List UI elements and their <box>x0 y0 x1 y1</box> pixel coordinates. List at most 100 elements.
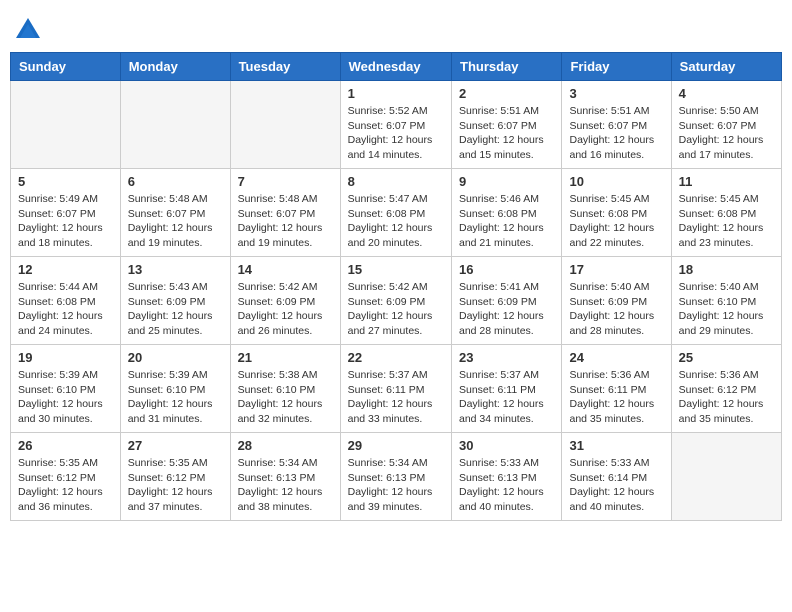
cell-content: Sunrise: 5:41 AM Sunset: 6:09 PM Dayligh… <box>459 280 554 339</box>
day-number: 30 <box>459 438 554 453</box>
day-number: 6 <box>128 174 223 189</box>
cell-content: Sunrise: 5:36 AM Sunset: 6:12 PM Dayligh… <box>679 368 774 427</box>
calendar-cell: 5Sunrise: 5:49 AM Sunset: 6:07 PM Daylig… <box>11 169 121 257</box>
calendar-cell: 25 Sunrise: 5:36 AM Sunset: 6:12 PM Dayli… <box>671 345 781 433</box>
day-number: 9 <box>459 174 554 189</box>
calendar-cell: 1 Sunrise: 5:52 AM Sunset: 6:07 PM Daylig… <box>340 81 451 169</box>
day-number: 25 <box>679 350 774 365</box>
cell-content: Sunrise: 5:48 AM Sunset: 6:07 PM Dayligh… <box>128 192 223 251</box>
day-number: 12 <box>18 262 113 277</box>
week-row-3: 12Sunrise: 5:44 AM Sunset: 6:08 PM Dayli… <box>11 257 782 345</box>
header-row: SundayMondayTuesdayWednesdayThursdayFrid… <box>11 53 782 81</box>
day-number: 2 <box>459 86 554 101</box>
calendar-cell: 6 Sunrise: 5:48 AM Sunset: 6:07 PM Daylig… <box>120 169 230 257</box>
cell-content: Sunrise: 5:33 AM Sunset: 6:14 PM Dayligh… <box>569 456 663 515</box>
calendar-cell: 13 Sunrise: 5:43 AM Sunset: 6:09 PM Dayli… <box>120 257 230 345</box>
calendar-cell: 10 Sunrise: 5:45 AM Sunset: 6:08 PM Dayli… <box>562 169 671 257</box>
calendar-cell: 31 Sunrise: 5:33 AM Sunset: 6:14 PM Dayli… <box>562 433 671 521</box>
cell-content: Sunrise: 5:43 AM Sunset: 6:09 PM Dayligh… <box>128 280 223 339</box>
cell-content: Sunrise: 5:38 AM Sunset: 6:10 PM Dayligh… <box>238 368 333 427</box>
calendar-cell: 21 Sunrise: 5:38 AM Sunset: 6:10 PM Dayli… <box>230 345 340 433</box>
cell-content: Sunrise: 5:34 AM Sunset: 6:13 PM Dayligh… <box>238 456 333 515</box>
day-number: 16 <box>459 262 554 277</box>
cell-content: Sunrise: 5:42 AM Sunset: 6:09 PM Dayligh… <box>238 280 333 339</box>
col-header-monday: Monday <box>120 53 230 81</box>
cell-content: Sunrise: 5:40 AM Sunset: 6:10 PM Dayligh… <box>679 280 774 339</box>
cell-content: Sunrise: 5:39 AM Sunset: 6:10 PM Dayligh… <box>128 368 223 427</box>
calendar-cell: 15 Sunrise: 5:42 AM Sunset: 6:09 PM Dayli… <box>340 257 451 345</box>
day-number: 18 <box>679 262 774 277</box>
cell-content: Sunrise: 5:51 AM Sunset: 6:07 PM Dayligh… <box>569 104 663 163</box>
cell-content: Sunrise: 5:36 AM Sunset: 6:11 PM Dayligh… <box>569 368 663 427</box>
week-row-2: 5Sunrise: 5:49 AM Sunset: 6:07 PM Daylig… <box>11 169 782 257</box>
day-number: 29 <box>348 438 444 453</box>
col-header-wednesday: Wednesday <box>340 53 451 81</box>
calendar-cell: 3 Sunrise: 5:51 AM Sunset: 6:07 PM Daylig… <box>562 81 671 169</box>
calendar-cell: 7Sunrise: 5:48 AM Sunset: 6:07 PM Daylig… <box>230 169 340 257</box>
day-number: 21 <box>238 350 333 365</box>
cell-content: Sunrise: 5:40 AM Sunset: 6:09 PM Dayligh… <box>569 280 663 339</box>
calendar-cell: 24Sunrise: 5:36 AM Sunset: 6:11 PM Dayli… <box>562 345 671 433</box>
calendar-cell <box>230 81 340 169</box>
cell-content: Sunrise: 5:50 AM Sunset: 6:07 PM Dayligh… <box>679 104 774 163</box>
calendar-cell: 4 Sunrise: 5:50 AM Sunset: 6:07 PM Daylig… <box>671 81 781 169</box>
cell-content: Sunrise: 5:47 AM Sunset: 6:08 PM Dayligh… <box>348 192 444 251</box>
cell-content: Sunrise: 5:45 AM Sunset: 6:08 PM Dayligh… <box>569 192 663 251</box>
week-row-4: 19Sunrise: 5:39 AM Sunset: 6:10 PM Dayli… <box>11 345 782 433</box>
logo <box>14 16 44 44</box>
calendar-cell: 11 Sunrise: 5:45 AM Sunset: 6:08 PM Dayli… <box>671 169 781 257</box>
calendar-cell: 16 Sunrise: 5:41 AM Sunset: 6:09 PM Dayli… <box>452 257 562 345</box>
calendar-cell: 22 Sunrise: 5:37 AM Sunset: 6:11 PM Dayli… <box>340 345 451 433</box>
cell-content: Sunrise: 5:45 AM Sunset: 6:08 PM Dayligh… <box>679 192 774 251</box>
col-header-thursday: Thursday <box>452 53 562 81</box>
cell-content: Sunrise: 5:42 AM Sunset: 6:09 PM Dayligh… <box>348 280 444 339</box>
day-number: 23 <box>459 350 554 365</box>
day-number: 7 <box>238 174 333 189</box>
page-header <box>10 10 782 44</box>
calendar-cell: 14 Sunrise: 5:42 AM Sunset: 6:09 PM Dayli… <box>230 257 340 345</box>
cell-content: Sunrise: 5:35 AM Sunset: 6:12 PM Dayligh… <box>18 456 113 515</box>
calendar-cell: 17Sunrise: 5:40 AM Sunset: 6:09 PM Dayli… <box>562 257 671 345</box>
day-number: 20 <box>128 350 223 365</box>
calendar-cell: 29 Sunrise: 5:34 AM Sunset: 6:13 PM Dayli… <box>340 433 451 521</box>
col-header-tuesday: Tuesday <box>230 53 340 81</box>
day-number: 11 <box>679 174 774 189</box>
cell-content: Sunrise: 5:35 AM Sunset: 6:12 PM Dayligh… <box>128 456 223 515</box>
col-header-sunday: Sunday <box>11 53 121 81</box>
day-number: 10 <box>569 174 663 189</box>
day-number: 3 <box>569 86 663 101</box>
cell-content: Sunrise: 5:37 AM Sunset: 6:11 PM Dayligh… <box>459 368 554 427</box>
day-number: 8 <box>348 174 444 189</box>
cell-content: Sunrise: 5:37 AM Sunset: 6:11 PM Dayligh… <box>348 368 444 427</box>
calendar-cell: 8 Sunrise: 5:47 AM Sunset: 6:08 PM Daylig… <box>340 169 451 257</box>
col-header-saturday: Saturday <box>671 53 781 81</box>
day-number: 4 <box>679 86 774 101</box>
calendar-cell: 28 Sunrise: 5:34 AM Sunset: 6:13 PM Dayli… <box>230 433 340 521</box>
calendar-cell: 30Sunrise: 5:33 AM Sunset: 6:13 PM Dayli… <box>452 433 562 521</box>
cell-content: Sunrise: 5:34 AM Sunset: 6:13 PM Dayligh… <box>348 456 444 515</box>
day-number: 14 <box>238 262 333 277</box>
calendar-cell: 26 Sunrise: 5:35 AM Sunset: 6:12 PM Dayli… <box>11 433 121 521</box>
calendar-cell <box>11 81 121 169</box>
calendar-cell <box>120 81 230 169</box>
col-header-friday: Friday <box>562 53 671 81</box>
cell-content: Sunrise: 5:51 AM Sunset: 6:07 PM Dayligh… <box>459 104 554 163</box>
calendar-cell: 19Sunrise: 5:39 AM Sunset: 6:10 PM Dayli… <box>11 345 121 433</box>
day-number: 28 <box>238 438 333 453</box>
calendar-cell: 12Sunrise: 5:44 AM Sunset: 6:08 PM Dayli… <box>11 257 121 345</box>
day-number: 15 <box>348 262 444 277</box>
day-number: 31 <box>569 438 663 453</box>
day-number: 13 <box>128 262 223 277</box>
day-number: 1 <box>348 86 444 101</box>
day-number: 27 <box>128 438 223 453</box>
calendar-cell: 23 Sunrise: 5:37 AM Sunset: 6:11 PM Dayli… <box>452 345 562 433</box>
cell-content: Sunrise: 5:46 AM Sunset: 6:08 PM Dayligh… <box>459 192 554 251</box>
calendar-cell: 2 Sunrise: 5:51 AM Sunset: 6:07 PM Daylig… <box>452 81 562 169</box>
calendar-cell: 18 Sunrise: 5:40 AM Sunset: 6:10 PM Dayli… <box>671 257 781 345</box>
cell-content: Sunrise: 5:52 AM Sunset: 6:07 PM Dayligh… <box>348 104 444 163</box>
day-number: 26 <box>18 438 113 453</box>
calendar-cell: 9 Sunrise: 5:46 AM Sunset: 6:08 PM Daylig… <box>452 169 562 257</box>
logo-icon <box>14 16 42 44</box>
cell-content: Sunrise: 5:49 AM Sunset: 6:07 PM Dayligh… <box>18 192 113 251</box>
day-number: 22 <box>348 350 444 365</box>
